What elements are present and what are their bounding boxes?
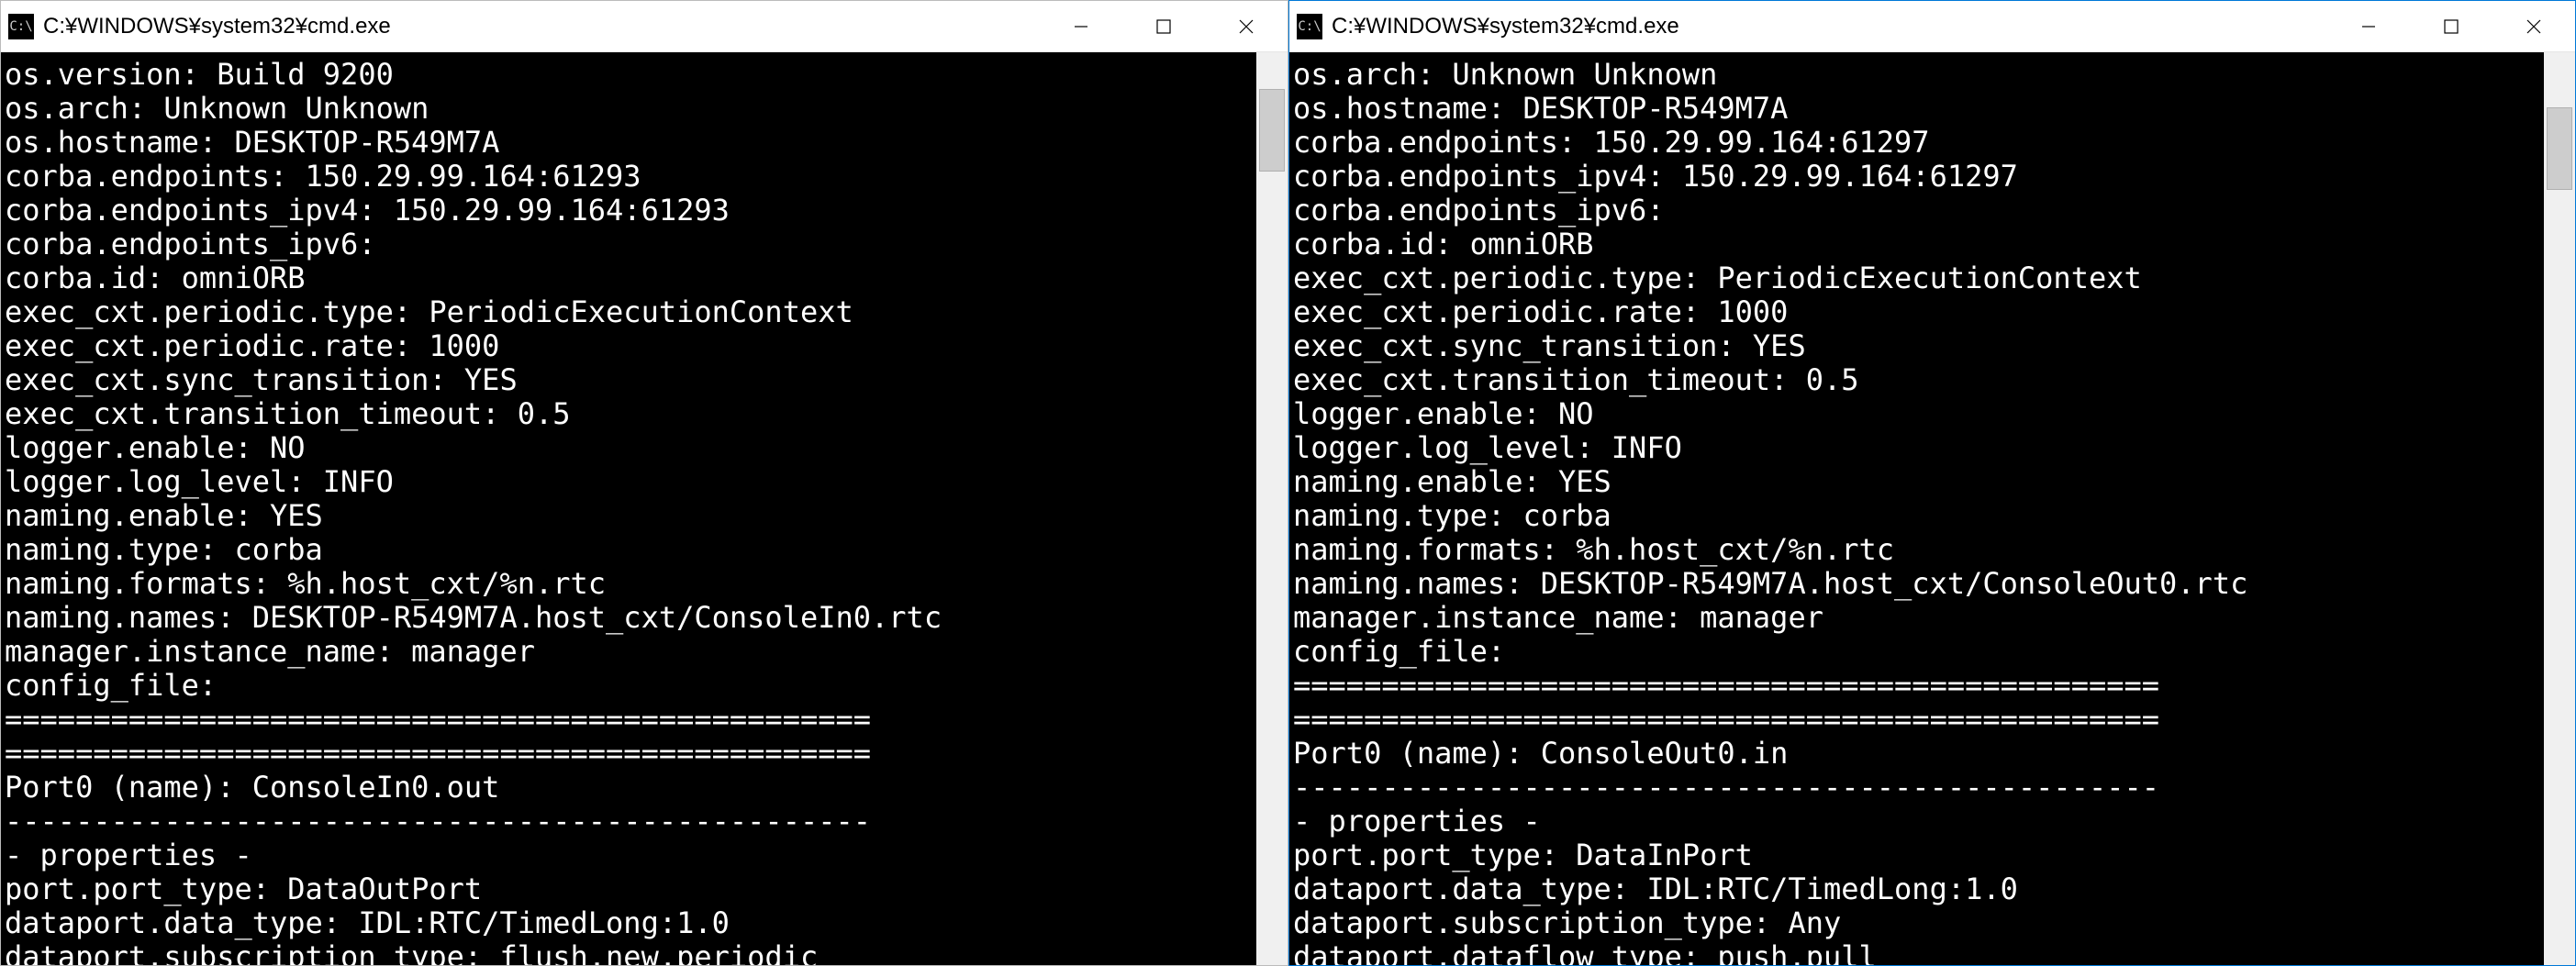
vertical-scrollbar[interactable] (2544, 52, 2575, 965)
titlebar-right[interactable]: C:\ C:¥WINDOWS¥system32¥cmd.exe (1289, 1, 2575, 52)
console-line: config_file: (5, 668, 217, 703)
console-line: corba.endpoints: 150.29.99.164:61293 (5, 159, 641, 194)
minimize-icon (2359, 17, 2378, 36)
scrollbar-thumb[interactable] (1259, 89, 1285, 172)
console-line: os.hostname: DESKTOP-R549M7A (5, 125, 499, 160)
console-line: naming.names: DESKTOP-R549M7A.host_cxt/C… (1293, 566, 2247, 601)
console-output[interactable]: os.arch: Unknown Unknown os.hostname: DE… (1289, 52, 2544, 965)
minimize-button[interactable] (2327, 1, 2410, 52)
console-line: dataport.subscription_type: Any (1293, 905, 1841, 940)
close-button[interactable] (1205, 1, 1288, 52)
console-line: naming.enable: YES (1293, 464, 1611, 499)
window-title: C:¥WINDOWS¥system32¥cmd.exe (1332, 14, 1679, 39)
console-line: naming.type: corba (1293, 498, 1611, 533)
console-line: - properties - (1293, 804, 1541, 838)
console-line: corba.endpoints_ipv4: 150.29.99.164:6129… (1293, 159, 2018, 194)
scrollbar-thumb[interactable] (2547, 107, 2572, 190)
console-line: logger.log_level: INFO (1293, 430, 1682, 465)
minimize-icon (1072, 17, 1090, 36)
console-line: ----------------------------------------… (1293, 770, 2159, 805)
minimize-button[interactable] (1040, 1, 1122, 52)
cmd-icon: C:\ (8, 14, 34, 39)
console-line: exec_cxt.periodic.type: PeriodicExecutio… (5, 294, 853, 329)
cmd-icon: C:\ (1297, 14, 1322, 39)
maximize-button[interactable] (2410, 1, 2492, 52)
console-line: corba.id: omniORB (1293, 227, 1594, 261)
console-line: exec_cxt.periodic.rate: 1000 (5, 328, 499, 363)
console-line: ========================================… (5, 702, 871, 737)
console-line: os.arch: Unknown Unknown (5, 91, 429, 126)
close-icon (2524, 17, 2544, 37)
console-line: dataport.data_type: IDL:RTC/TimedLong:1.… (1293, 872, 2018, 906)
console-line: naming.type: corba (5, 532, 323, 567)
console-line: exec_cxt.periodic.type: PeriodicExecutio… (1293, 261, 2142, 295)
console-line: exec_cxt.periodic.rate: 1000 (1293, 294, 1788, 329)
maximize-icon (1154, 17, 1173, 36)
vertical-scrollbar[interactable] (1256, 52, 1288, 965)
console-line: os.version: Build 9200 (5, 57, 394, 92)
client-area: os.arch: Unknown Unknown os.hostname: DE… (1289, 52, 2575, 965)
console-line: logger.enable: NO (1293, 396, 1594, 431)
console-line: Port0 (name): ConsoleIn0.out (5, 770, 499, 805)
console-line: manager.instance_name: manager (5, 634, 535, 669)
window-title: C:¥WINDOWS¥system32¥cmd.exe (43, 14, 391, 39)
titlebar-left[interactable]: C:\ C:¥WINDOWS¥system32¥cmd.exe (1, 1, 1288, 52)
console-line: dataport.data_type: IDL:RTC/TimedLong:1.… (5, 905, 730, 940)
console-line: corba.endpoints_ipv6: (1293, 193, 1665, 228)
console-line: ========================================… (1293, 702, 2159, 737)
console-line: dataport.subscription_type: flush,new,pe… (5, 939, 818, 965)
cmd-window-right: C:\ C:¥WINDOWS¥system32¥cmd.exe os.arch:… (1288, 0, 2576, 966)
console-line: logger.enable: NO (5, 430, 306, 465)
console-line: ========================================… (1293, 668, 2159, 703)
console-line: exec_cxt.sync_transition: YES (5, 362, 518, 397)
close-icon (1236, 17, 1256, 37)
maximize-icon (2442, 17, 2460, 36)
client-area: os.version: Build 9200 os.arch: Unknown … (1, 52, 1288, 965)
close-button[interactable] (2492, 1, 2575, 52)
console-line: os.arch: Unknown Unknown (1293, 57, 1717, 92)
console-line: ----------------------------------------… (5, 804, 871, 838)
console-line: exec_cxt.transition_timeout: 0.5 (5, 396, 571, 431)
console-line: corba.endpoints_ipv4: 150.29.99.164:6129… (5, 193, 730, 228)
console-line: ========================================… (5, 736, 871, 771)
console-line: naming.enable: YES (5, 498, 323, 533)
console-line: naming.formats: %h.host_cxt/%n.rtc (1293, 532, 1894, 567)
console-line: manager.instance_name: manager (1293, 600, 1823, 635)
cmd-window-left: C:\ C:¥WINDOWS¥system32¥cmd.exe os.versi… (0, 0, 1288, 966)
console-line: corba.endpoints: 150.29.99.164:61297 (1293, 125, 1930, 160)
console-line: corba.endpoints_ipv6: (5, 227, 376, 261)
console-line: logger.log_level: INFO (5, 464, 394, 499)
console-line: - properties - (5, 838, 252, 872)
console-line: port.port_type: DataInPort (1293, 838, 1753, 872)
console-line: exec_cxt.transition_timeout: 0.5 (1293, 362, 1859, 397)
console-line: Port0 (name): ConsoleOut0.in (1293, 736, 1788, 771)
console-line: os.hostname: DESKTOP-R549M7A (1293, 91, 1788, 126)
console-output[interactable]: os.version: Build 9200 os.arch: Unknown … (1, 52, 1256, 965)
console-line: corba.id: omniORB (5, 261, 306, 295)
console-line: naming.formats: %h.host_cxt/%n.rtc (5, 566, 606, 601)
console-line: naming.names: DESKTOP-R549M7A.host_cxt/C… (5, 600, 942, 635)
console-line: exec_cxt.sync_transition: YES (1293, 328, 1806, 363)
console-line: port.port_type: DataOutPort (5, 872, 482, 906)
console-line: config_file: (1293, 634, 1505, 669)
maximize-button[interactable] (1122, 1, 1205, 52)
console-line: dataport.dataflow_type: push,pull (1293, 939, 1877, 965)
